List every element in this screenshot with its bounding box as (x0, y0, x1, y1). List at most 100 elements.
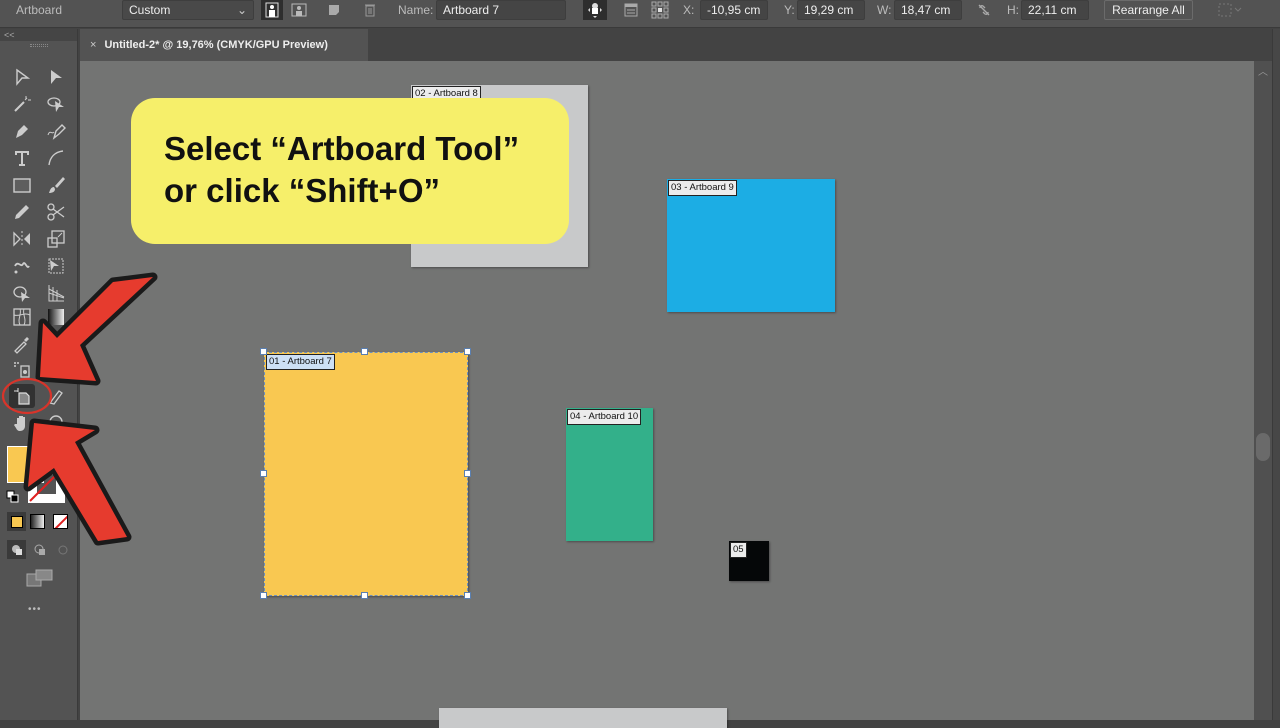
resize-handle-bm[interactable] (361, 592, 368, 599)
reflect-icon (13, 231, 30, 247)
chevron-down-icon: ⌄ (236, 3, 247, 17)
pen-icon (16, 125, 28, 138)
h-input[interactable]: 22,11 cm (1021, 0, 1089, 20)
portrait-icon (265, 2, 279, 18)
new-artboard-button[interactable] (323, 0, 345, 20)
close-tab-icon[interactable]: × (90, 39, 96, 51)
scrollbar-thumb[interactable] (1256, 433, 1270, 461)
artboard-grid-menu[interactable] (1216, 0, 1244, 20)
artboard-01-selected[interactable]: 01 - Artboard 7 (264, 352, 468, 596)
artboard-tool[interactable] (9, 384, 35, 408)
instruction-callout: Select “Artboard Tool” or click “Shift+O… (131, 98, 569, 244)
default-colors-icon (6, 490, 19, 503)
move-copy-artwork-button[interactable] (583, 0, 607, 20)
y-input[interactable]: 19,29 cm (797, 0, 865, 20)
artboard-05[interactable]: 05 (729, 541, 769, 581)
document-tab[interactable]: × Untitled-2* @ 19,76% (CMYK/GPU Preview) (80, 29, 368, 61)
artboard-options-button[interactable] (620, 0, 642, 20)
resize-handle-bl[interactable] (260, 592, 267, 599)
perspective-grid-tool[interactable] (43, 281, 69, 305)
lasso-tool[interactable] (43, 92, 69, 116)
artboard-04[interactable]: 04 - Artboard 10 (566, 408, 653, 541)
selection-tool[interactable] (9, 65, 35, 89)
symbol-sprayer-tool[interactable] (9, 357, 35, 381)
panel-grip[interactable] (0, 41, 77, 49)
direct-selection-tool[interactable] (43, 65, 69, 89)
draw-behind-button[interactable] (30, 540, 49, 559)
artboard-partial-bottom[interactable] (439, 708, 727, 728)
constrain-proportions-button[interactable] (976, 0, 992, 20)
reference-point-button[interactable] (649, 0, 671, 20)
name-label: Name: (398, 3, 434, 17)
eyedropper-icon (14, 337, 29, 354)
zoom-icon (49, 415, 63, 429)
landscape-button[interactable] (288, 0, 310, 20)
reflect-tool[interactable] (9, 227, 35, 251)
free-transform-tool[interactable] (43, 254, 69, 278)
resize-handle-br[interactable] (464, 592, 471, 599)
portrait-button[interactable] (261, 0, 283, 20)
draw-normal-button[interactable] (7, 540, 26, 559)
selection-arrow-icon (16, 68, 31, 86)
artboard-label[interactable]: 01 - Artboard 7 (266, 354, 335, 370)
paintbrush-tool[interactable] (43, 173, 69, 197)
w-input[interactable]: 18,47 cm (894, 0, 962, 20)
zoom-tool[interactable] (43, 411, 69, 435)
vertical-scrollbar[interactable]: ︿ (1254, 61, 1272, 720)
none-mode-button[interactable] (53, 514, 68, 529)
scroll-up-icon[interactable]: ︿ (1254, 63, 1272, 78)
default-fill-stroke-button[interactable] (6, 490, 19, 503)
shape-builder-icon (13, 286, 30, 302)
scissors-tool[interactable] (43, 200, 69, 224)
resize-handle-tl[interactable] (260, 348, 267, 355)
artboard-03[interactable]: 03 - Artboard 9 (667, 179, 835, 312)
fill-swatch[interactable] (7, 446, 44, 483)
pen-tool[interactable] (9, 119, 35, 143)
preset-dropdown[interactable]: Custom ⌄ (122, 0, 254, 20)
mesh-icon (13, 308, 31, 326)
edit-toolbar-button[interactable]: ••• (28, 604, 42, 615)
artboard-label[interactable]: 04 - Artboard 10 (567, 409, 642, 425)
paintbrush-icon (49, 177, 65, 193)
hand-icon (14, 416, 25, 431)
rectangle-tool[interactable] (9, 173, 35, 197)
lasso-icon (47, 97, 64, 112)
scale-tool[interactable] (43, 227, 69, 251)
draw-inside-button[interactable] (53, 540, 72, 559)
arc-icon (48, 150, 64, 166)
resize-handle-ml[interactable] (260, 470, 267, 477)
artboard-label[interactable]: 05 (730, 542, 747, 558)
gradient-mode-button[interactable] (30, 514, 45, 529)
type-icon (15, 151, 29, 166)
unlink-icon (978, 4, 990, 16)
resize-handle-tm[interactable] (361, 348, 368, 355)
gradient-tool[interactable] (43, 305, 69, 329)
document-tab-bar: × Untitled-2* @ 19,76% (CMYK/GPU Preview) (80, 29, 1280, 61)
rearrange-all-button[interactable]: Rearrange All (1104, 0, 1193, 20)
puppet-warp-tool[interactable] (9, 254, 35, 278)
eyedropper-tool[interactable] (9, 332, 35, 356)
symbol-sprayer-icon (14, 362, 30, 378)
scissors-icon (47, 203, 65, 221)
type-tool[interactable] (9, 146, 35, 170)
x-input[interactable]: -10,95 cm (700, 0, 768, 20)
resize-handle-mr[interactable] (464, 470, 471, 477)
curvature-tool[interactable] (43, 119, 69, 143)
shape-builder-tool[interactable] (9, 281, 35, 305)
color-mode-button[interactable] (7, 512, 26, 531)
magic-wand-tool[interactable] (9, 92, 35, 116)
arc-tool[interactable] (43, 146, 69, 170)
slice-tool[interactable] (43, 384, 69, 408)
resize-handle-tr[interactable] (464, 348, 471, 355)
slice-icon (48, 390, 63, 405)
mesh-tool[interactable] (9, 305, 35, 329)
screen-mode-button[interactable] (26, 568, 54, 588)
artboard-name-input[interactable]: Artboard 7 (436, 0, 566, 20)
delete-artboard-button[interactable] (359, 0, 381, 20)
collapse-panel-button[interactable]: << (0, 29, 77, 41)
draw-behind-icon (34, 544, 45, 555)
hand-tool[interactable] (9, 411, 35, 435)
pencil-tool[interactable] (9, 200, 35, 224)
artboard-icon (14, 388, 30, 405)
artboard-label[interactable]: 03 - Artboard 9 (668, 180, 737, 196)
